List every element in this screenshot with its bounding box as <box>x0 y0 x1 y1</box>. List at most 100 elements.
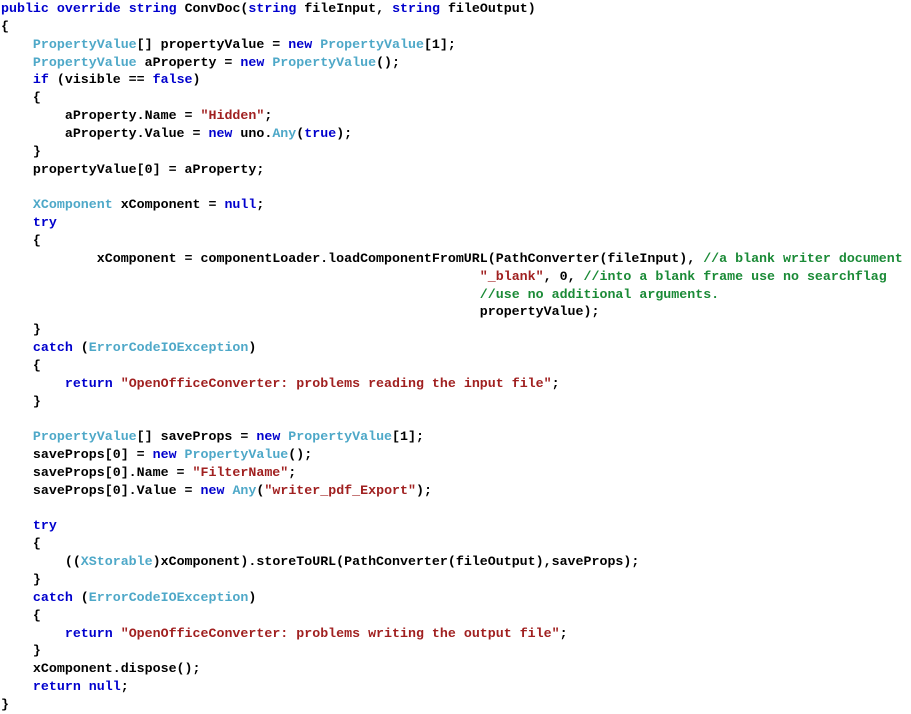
code-token-pln: aProperty.Name = <box>1 108 201 124</box>
code-token-pln: (); <box>288 447 313 463</box>
code-token-type: PropertyValue <box>32 429 137 445</box>
code-token-pln <box>1 376 65 391</box>
code-token-type: Any <box>272 125 297 141</box>
code-line: { <box>0 535 911 553</box>
code-token-kw: try <box>32 518 57 534</box>
code-token-pln: [] propertyValue = <box>136 36 289 52</box>
code-token-pln: uno. <box>232 125 273 141</box>
code-token-pln: ); <box>336 125 353 141</box>
code-token-pln <box>312 37 320 52</box>
code-line: catch (ErrorCodeIOException) <box>0 339 911 357</box>
code-token-str: "OpenOfficeConverter: problems reading t… <box>120 375 552 391</box>
code-line: { <box>0 232 911 250</box>
code-token-kw: string <box>248 1 297 16</box>
code-token-kw: new <box>208 125 233 141</box>
code-token-str: "Hidden" <box>200 108 265 124</box>
code-token-pln <box>1 679 33 694</box>
code-token-kw: new <box>240 54 265 70</box>
code-line: "_blank", 0, //into a blank frame use no… <box>0 268 911 286</box>
code-listing[interactable]: public override string ConvDoc(string fi… <box>0 0 911 712</box>
code-token-pln: fileInput, <box>296 1 393 16</box>
code-line: } <box>0 571 911 589</box>
code-token-pln <box>1 340 33 355</box>
code-line: catch (ErrorCodeIOException) <box>0 589 911 607</box>
code-token-str: "_blank" <box>479 268 544 284</box>
code-token-kw: new <box>256 429 281 445</box>
code-token-str: "OpenOfficeConverter: problems writing t… <box>120 625 560 641</box>
code-token-pln: ; <box>551 375 560 391</box>
code-line: return null; <box>0 678 911 696</box>
code-token-pln <box>1 590 33 605</box>
code-token-pln: { <box>1 357 41 373</box>
code-token-kw: new <box>288 36 313 52</box>
code-line: { <box>0 89 911 107</box>
code-token-pln: ) <box>192 72 201 88</box>
code-token-pln: xComponent.dispose(); <box>1 661 201 677</box>
code-line: ((XStorable)xComponent).storeToURL(PathC… <box>0 553 911 571</box>
code-token-pln <box>81 679 89 694</box>
code-token-kw: true <box>304 125 337 141</box>
code-token-kw: return <box>32 679 81 695</box>
code-line: PropertyValue[] saveProps = new Property… <box>0 428 911 446</box>
code-token-pln: ); <box>415 482 432 498</box>
code-token-pln <box>1 269 480 284</box>
code-token-kw: false <box>152 72 193 88</box>
code-token-kw: return <box>64 375 113 391</box>
code-line: if (visible == false) <box>0 71 911 89</box>
code-line: propertyValue[0] = aProperty; <box>0 161 911 179</box>
code-token-pln: )xComponent).storeToURL(PathConverter(fi… <box>152 554 640 570</box>
code-line: xComponent.dispose(); <box>0 660 911 678</box>
code-token-pln: ; <box>264 108 273 124</box>
code-token-pln: } <box>1 393 41 409</box>
code-token-pln <box>1 215 33 230</box>
code-token-pln: } <box>1 143 41 159</box>
code-token-pln <box>113 376 121 391</box>
code-token-type: XStorable <box>80 554 153 570</box>
code-token-pln: [1]; <box>423 36 456 52</box>
code-token-pln: saveProps[0].Value = <box>1 482 201 498</box>
code-token-kw: return <box>64 625 113 641</box>
code-token-kw: string <box>392 1 440 16</box>
code-token-type: PropertyValue <box>32 36 137 52</box>
code-line: { <box>0 18 911 36</box>
code-line: //use no additional arguments. <box>0 286 911 304</box>
code-token-pln: ) <box>248 589 257 605</box>
code-token-pln: ; <box>288 464 297 480</box>
code-token-pln <box>121 1 129 16</box>
code-line: try <box>0 517 911 535</box>
code-token-kw: catch <box>32 340 73 356</box>
code-token-pln: (); <box>376 54 401 70</box>
code-line: saveProps[0] = new PropertyValue(); <box>0 446 911 464</box>
code-token-com: //a blank writer document <box>703 250 903 266</box>
code-token-kw: null <box>88 679 121 695</box>
code-token-com: //into a blank frame use no searchflag <box>583 268 887 284</box>
code-token-kw: if <box>32 72 49 88</box>
code-token-pln <box>177 447 185 462</box>
code-token-pln <box>1 37 33 52</box>
code-token-str: "writer_pdf_Export" <box>264 482 416 498</box>
code-token-pln <box>1 287 480 302</box>
code-line: aProperty.Value = new uno.Any(true); <box>0 125 911 143</box>
code-token-kw: null <box>224 197 257 213</box>
code-token-pln: ConvDoc( <box>176 1 249 16</box>
code-token-pln: { <box>1 18 9 34</box>
code-line: } <box>0 321 911 339</box>
code-token-str: "FilterName" <box>192 464 289 480</box>
code-token-type: PropertyValue <box>184 447 289 463</box>
code-token-pln: saveProps[0] = <box>1 447 153 463</box>
code-line: { <box>0 357 911 375</box>
code-line: xComponent = componentLoader.loadCompone… <box>0 250 911 268</box>
code-token-pln: xComponent = componentLoader.loadCompone… <box>1 250 704 266</box>
code-token-pln: propertyValue[0] = aProperty; <box>1 161 265 177</box>
code-token-pln <box>1 626 65 641</box>
code-line: PropertyValue aProperty = new PropertyVa… <box>0 54 911 72</box>
code-token-pln: ) <box>248 340 257 356</box>
code-token-kw: catch <box>32 589 73 605</box>
code-token-pln: aProperty = <box>136 54 241 70</box>
code-token-pln <box>49 1 57 16</box>
code-token-pln: { <box>1 232 41 248</box>
code-line: XComponent xComponent = null; <box>0 196 911 214</box>
